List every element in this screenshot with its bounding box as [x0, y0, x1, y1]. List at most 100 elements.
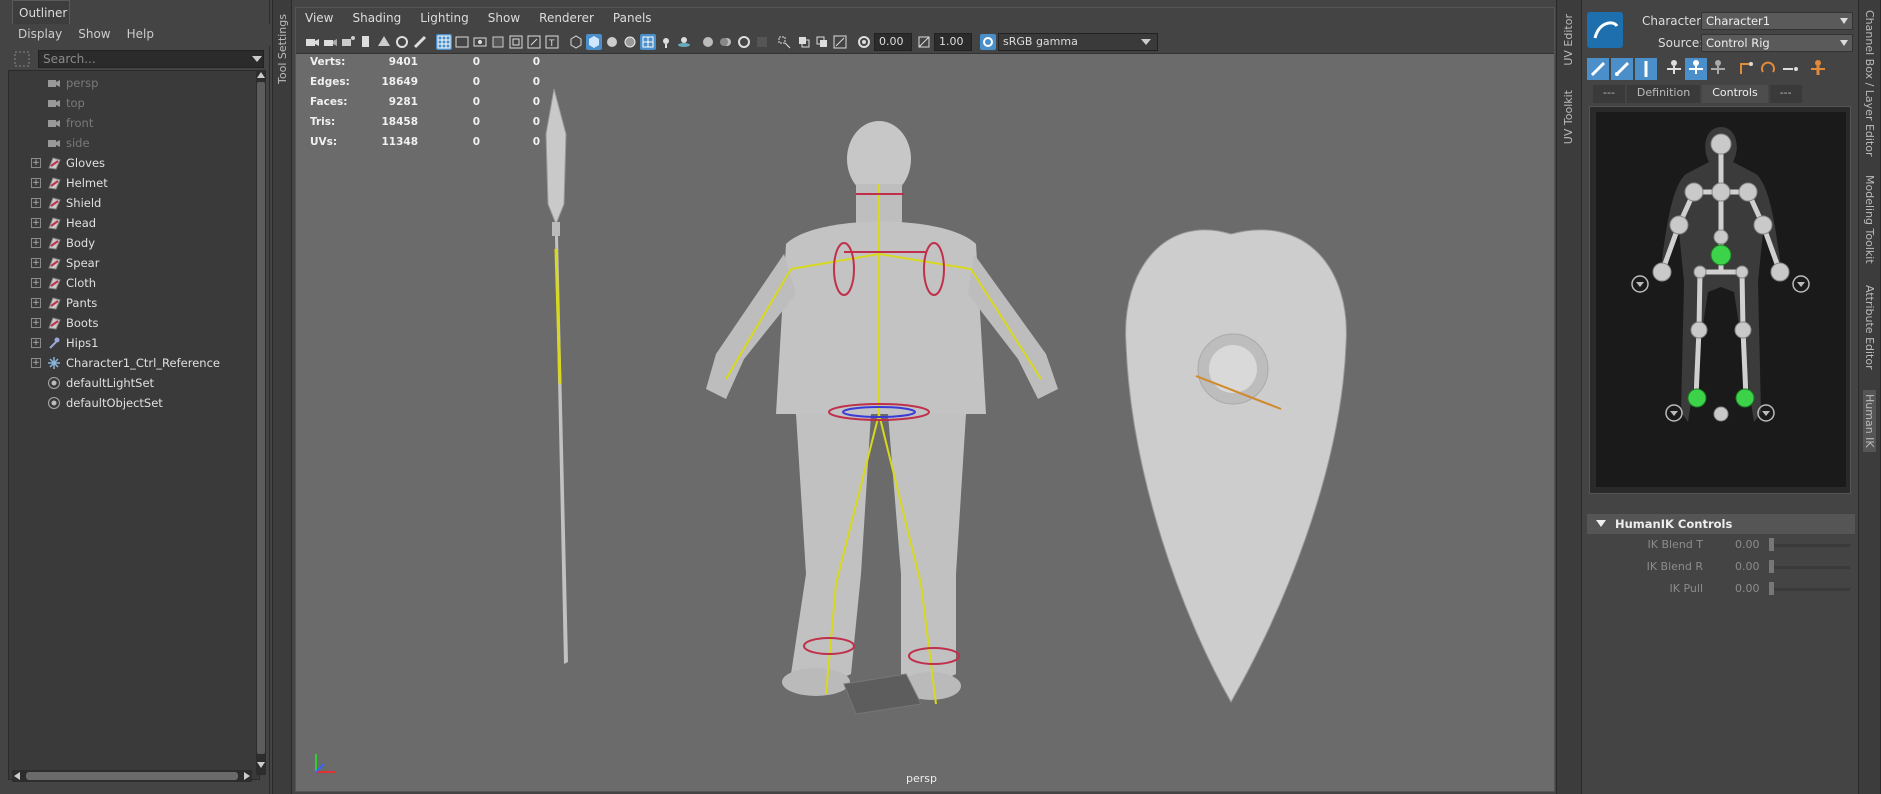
- menu-help[interactable]: Help: [127, 27, 154, 46]
- expand-icon[interactable]: +: [31, 278, 41, 288]
- field-chart-icon[interactable]: [508, 34, 524, 50]
- resolution-gate-icon[interactable]: [472, 34, 488, 50]
- camera-attributes-icon[interactable]: [340, 34, 356, 50]
- grid-icon[interactable]: [436, 34, 452, 50]
- safe-title-icon[interactable]: T: [544, 34, 560, 50]
- outliner-item[interactable]: + Head: [9, 213, 259, 233]
- ik-blend-t-slider[interactable]: [1769, 538, 1774, 551]
- ik-blend-r-track[interactable]: [1770, 566, 1850, 569]
- screen-space-ao-icon[interactable]: [700, 34, 716, 50]
- uv-toolkit-tab[interactable]: UV Toolkit: [1562, 90, 1575, 144]
- expand-icon[interactable]: +: [31, 178, 41, 188]
- menu-shading[interactable]: Shading: [343, 8, 411, 30]
- textured-icon[interactable]: [640, 34, 656, 50]
- character-controls-menu-icon[interactable]: [1807, 58, 1829, 80]
- scroll-up-icon[interactable]: [257, 72, 265, 78]
- stance-pose-icon[interactable]: [1663, 58, 1685, 80]
- outliner-item[interactable]: front: [9, 113, 259, 133]
- outliner-item[interactable]: + Cloth: [9, 273, 259, 293]
- full-body-mode-icon[interactable]: [1587, 58, 1609, 80]
- ik-pull-value[interactable]: 0.00: [1735, 582, 1760, 595]
- tool-settings-strip[interactable]: Tool Settings: [272, 0, 292, 794]
- search-input[interactable]: Search...: [38, 50, 264, 68]
- outliner-item[interactable]: + Shield: [9, 193, 259, 213]
- tab-controls[interactable]: Controls: [1702, 85, 1768, 103]
- channel-box-tab[interactable]: Channel Box / Layer Editor: [1863, 10, 1876, 157]
- depth-of-field-icon[interactable]: [754, 34, 770, 50]
- menu-show[interactable]: Show: [479, 8, 530, 30]
- outliner-item[interactable]: defaultLightSet: [9, 373, 259, 393]
- search-options-icon[interactable]: [14, 51, 30, 67]
- gate-mask-icon[interactable]: [490, 34, 506, 50]
- color-management-icon[interactable]: [980, 34, 996, 50]
- expand-icon[interactable]: +: [31, 198, 41, 208]
- selection-mode-icon[interactable]: [1635, 58, 1657, 80]
- pin-rotation-icon[interactable]: [1757, 58, 1779, 80]
- expand-icon[interactable]: +: [31, 238, 41, 248]
- outliner-vertical-scrollbar[interactable]: [256, 70, 266, 775]
- gamma-icon[interactable]: [916, 34, 932, 50]
- expand-icon[interactable]: +: [31, 158, 41, 168]
- safe-action-icon[interactable]: [526, 34, 542, 50]
- menu-display[interactable]: Display: [18, 27, 62, 46]
- body-part-mode-icon[interactable]: [1611, 58, 1633, 80]
- xray-active-components-icon[interactable]: [814, 34, 830, 50]
- release-pin-icon[interactable]: [1779, 58, 1801, 80]
- outliner-item[interactable]: persp: [9, 73, 259, 93]
- expand-icon[interactable]: +: [31, 298, 41, 308]
- outliner-item[interactable]: + Character1_Ctrl_Reference: [9, 353, 259, 373]
- chevron-down-icon[interactable]: [252, 56, 262, 64]
- ik-blend-r-slider[interactable]: [1769, 560, 1774, 573]
- ik-blend-r-value[interactable]: 0.00: [1735, 560, 1760, 573]
- modeling-toolkit-tab[interactable]: Modeling Toolkit: [1863, 175, 1876, 264]
- grease-pencil-icon[interactable]: [412, 34, 428, 50]
- 2d-pan-zoom-icon[interactable]: [394, 34, 410, 50]
- xray-icon[interactable]: [796, 34, 812, 50]
- source-dropdown[interactable]: Control Rig: [1701, 34, 1853, 52]
- menu-lighting[interactable]: Lighting: [411, 8, 479, 30]
- select-camera-icon[interactable]: [304, 34, 320, 50]
- ik-pull-track[interactable]: [1770, 588, 1850, 591]
- outliner-item[interactable]: + Gloves: [9, 153, 259, 173]
- humanik-logo-icon[interactable]: [1587, 12, 1623, 48]
- human-ik-tab[interactable]: Human IK: [1863, 390, 1876, 452]
- anti-aliasing-icon[interactable]: [736, 34, 752, 50]
- shadows-icon[interactable]: [676, 34, 692, 50]
- menu-renderer[interactable]: Renderer: [530, 8, 604, 30]
- attribute-editor-tab[interactable]: Attribute Editor: [1863, 285, 1876, 370]
- tool-settings-tab[interactable]: Tool Settings: [276, 14, 289, 84]
- uv-editor-tab[interactable]: UV Editor: [1562, 14, 1575, 66]
- color-space-dropdown[interactable]: sRGB gamma: [998, 33, 1158, 51]
- pin-translation-icon[interactable]: [1735, 58, 1757, 80]
- expand-icon[interactable]: +: [31, 318, 41, 328]
- expand-icon[interactable]: +: [31, 258, 41, 268]
- outliner-item[interactable]: + Pants: [9, 293, 259, 313]
- xray-joints-icon[interactable]: [832, 34, 848, 50]
- expand-icon[interactable]: +: [31, 218, 41, 228]
- gamma-field[interactable]: 1.00: [934, 33, 972, 51]
- exposure-field[interactable]: 0.00: [874, 33, 912, 51]
- film-gate-icon[interactable]: [454, 34, 470, 50]
- outliner-horizontal-scrollbar[interactable]: [12, 770, 252, 782]
- smooth-shade-icon[interactable]: [586, 34, 602, 50]
- outliner-item[interactable]: top: [9, 93, 259, 113]
- outliner-item[interactable]: + Boots: [9, 313, 259, 333]
- expand-icon[interactable]: +: [31, 338, 41, 348]
- scrollbar-thumb[interactable]: [26, 772, 238, 780]
- scroll-down-icon[interactable]: [257, 762, 265, 768]
- outliner-item[interactable]: + Spear: [9, 253, 259, 273]
- ik-blend-t-track[interactable]: [1770, 544, 1850, 547]
- exposure-icon[interactable]: [856, 34, 872, 50]
- image-plane-icon[interactable]: [376, 34, 392, 50]
- tab-sep-left[interactable]: ---: [1593, 85, 1625, 103]
- character-dropdown[interactable]: Character1: [1701, 12, 1853, 30]
- collapse-triangle-icon[interactable]: [1596, 520, 1606, 528]
- outliner-item[interactable]: side: [9, 133, 259, 153]
- ik-blend-t-value[interactable]: 0.00: [1735, 538, 1760, 551]
- use-all-lights-icon[interactable]: [658, 34, 674, 50]
- outliner-item[interactable]: + Helmet: [9, 173, 259, 193]
- outliner-item[interactable]: + Hips1: [9, 333, 259, 353]
- scroll-right-icon[interactable]: [244, 772, 250, 780]
- outliner-item[interactable]: defaultObjectSet: [9, 393, 259, 413]
- lock-camera-icon[interactable]: [322, 34, 338, 50]
